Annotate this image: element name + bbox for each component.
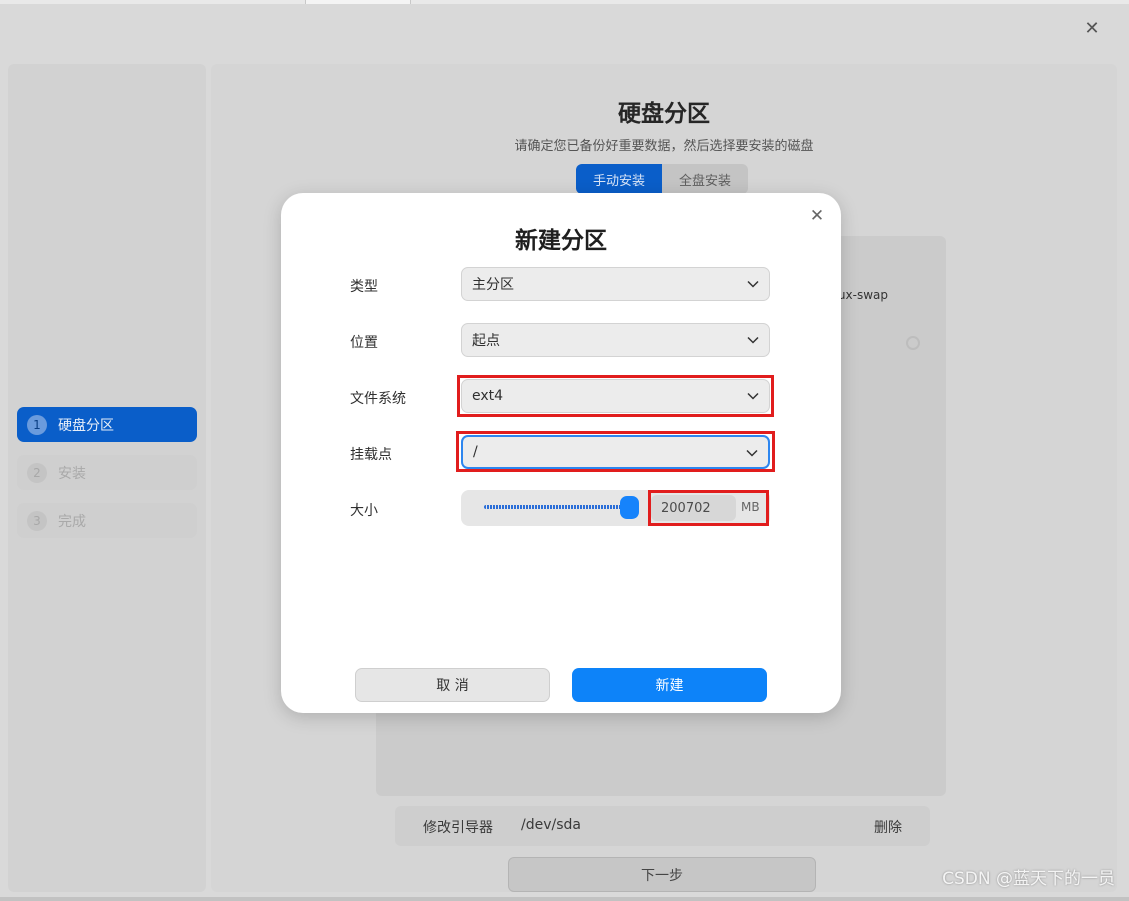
step-label: 安装 (58, 465, 86, 482)
cancel-button[interactable]: 取 消 (355, 668, 550, 702)
size-slider-handle[interactable] (620, 496, 639, 519)
position-select[interactable]: 起点 (461, 323, 770, 357)
close-icon[interactable]: ✕ (1083, 20, 1101, 38)
size-control: MB (461, 490, 770, 526)
sidebar: 1 硬盘分区 2 安装 3 完成 (8, 64, 206, 892)
step-label: 硬盘分区 (58, 417, 114, 434)
mountpoint-label: 挂载点 (350, 447, 392, 463)
page-title: 硬盘分区 (618, 101, 710, 127)
bottom-strip (0, 897, 1129, 901)
chevron-down-icon (747, 336, 759, 344)
step-partition[interactable]: 1 硬盘分区 (17, 407, 197, 442)
filesystem-label: 文件系统 (350, 391, 406, 407)
install-mode-switch: 手动安装 全盘安装 (576, 164, 748, 194)
size-label: 大小 (350, 503, 378, 519)
dialog-title: 新建分区 (515, 228, 607, 254)
watermark: CSDN @蓝天下的一员 (942, 869, 1115, 889)
size-slider-track[interactable] (484, 505, 624, 509)
installer-window: ✕ 1 硬盘分区 2 安装 3 完成 硬盘分区 请确定您已备份好重要数据，然后选… (0, 4, 1129, 897)
new-partition-dialog: ✕ 新建分区 类型 主分区 位置 起点 文件系统 ext4 挂载点 / 大小 2… (281, 193, 841, 713)
filesystem-select[interactable]: ext4 (461, 379, 770, 413)
type-select[interactable]: 主分区 (461, 267, 770, 301)
position-label: 位置 (350, 335, 378, 351)
page-subtitle: 请确定您已备份好重要数据，然后选择要安装的磁盘 (514, 139, 814, 154)
chevron-down-icon (746, 449, 758, 457)
size-input[interactable] (651, 495, 736, 521)
tab-full-disk-install[interactable]: 全盘安装 (662, 164, 748, 194)
mountpoint-value: / (473, 444, 478, 460)
step-finish[interactable]: 3 完成 (17, 503, 197, 538)
size-unit: MB (741, 500, 760, 514)
position-value: 起点 (472, 333, 500, 349)
bootloader-label[interactable]: 修改引导器 (423, 817, 493, 837)
radio-icon[interactable] (906, 336, 920, 350)
chevron-down-icon (747, 280, 759, 288)
step-label: 完成 (58, 513, 86, 530)
chevron-down-icon (747, 392, 759, 400)
delete-button[interactable]: 删除 (874, 817, 902, 837)
next-button[interactable]: 下一步 (508, 857, 816, 892)
create-button[interactable]: 新建 (572, 668, 767, 702)
step-number: 3 (27, 510, 47, 531)
bootloader-device: /dev/sda (521, 817, 581, 833)
type-label: 类型 (350, 279, 378, 295)
filesystem-value: ext4 (472, 388, 504, 404)
mountpoint-select[interactable]: / (461, 435, 770, 469)
bootloader-bar: 修改引导器 /dev/sda 删除 (395, 806, 930, 846)
tab-manual-install[interactable]: 手动安装 (576, 164, 662, 194)
step-number: 1 (27, 414, 47, 435)
step-number: 2 (27, 462, 47, 483)
type-value: 主分区 (472, 277, 514, 293)
step-install[interactable]: 2 安装 (17, 455, 197, 490)
